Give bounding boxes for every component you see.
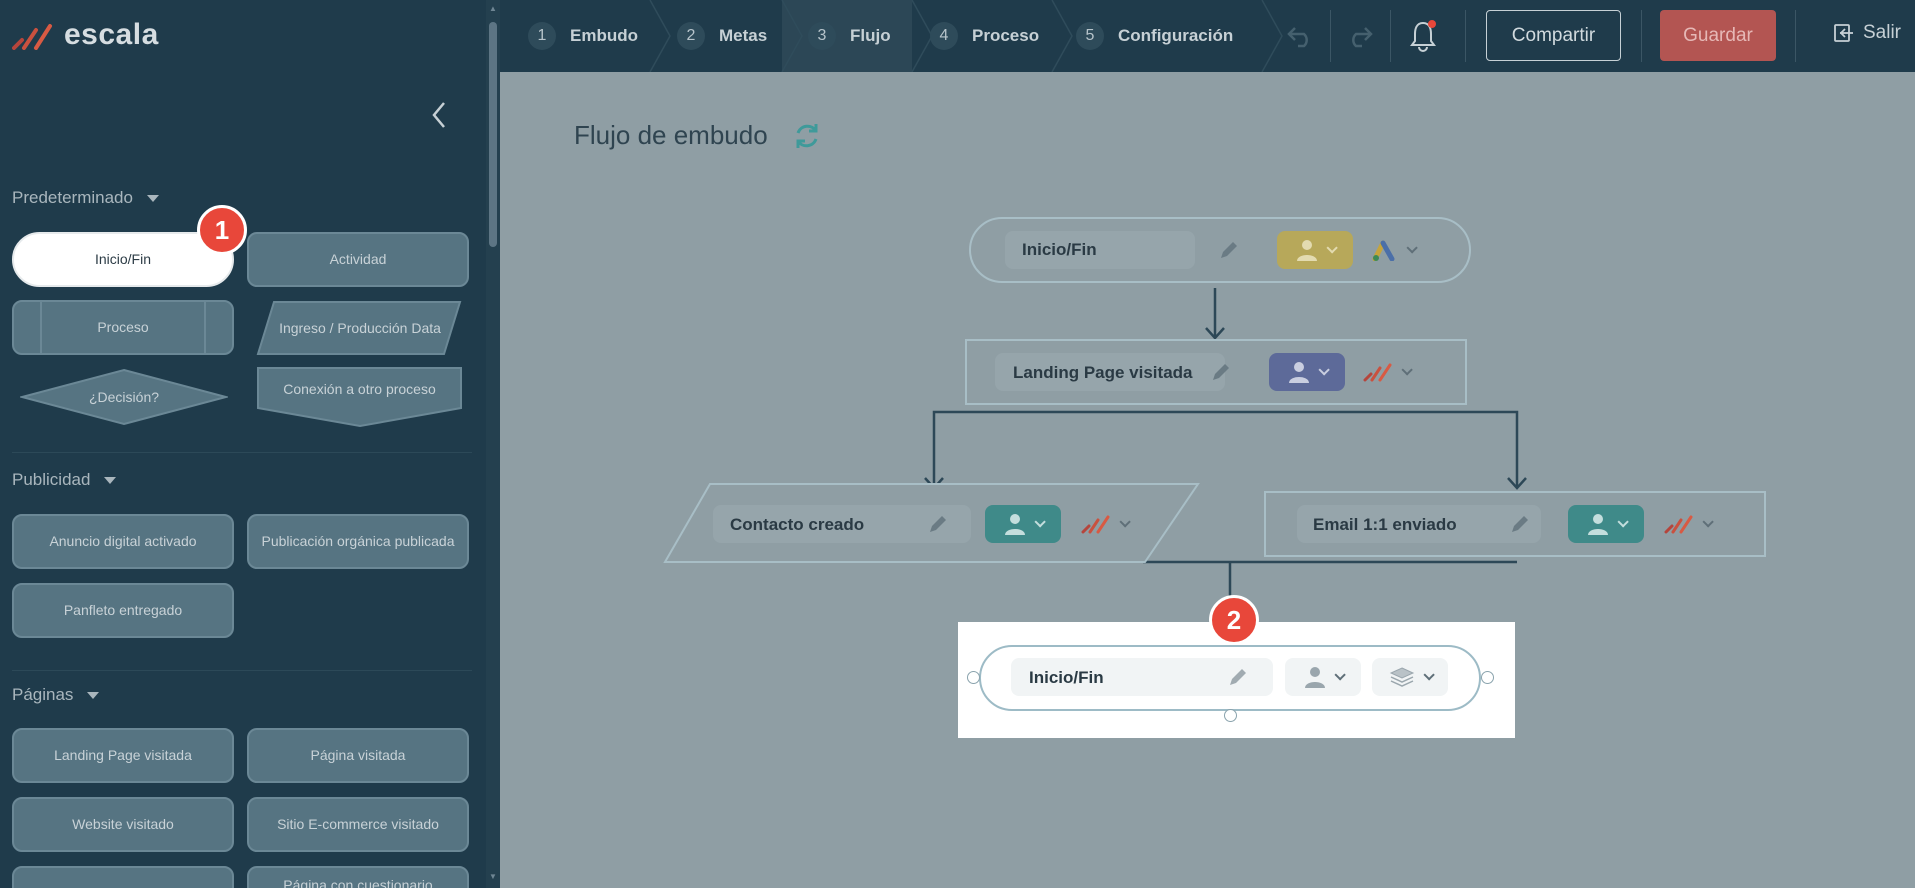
person-icon (1289, 362, 1309, 383)
layers-icon (1389, 667, 1415, 687)
person-chip[interactable] (985, 505, 1061, 543)
chevron-down-icon (1326, 242, 1338, 254)
person-icon (1305, 667, 1325, 688)
person-icon (1297, 240, 1317, 261)
connection-handle-right[interactable] (1481, 671, 1494, 684)
connection-handle-bottom[interactable] (1224, 709, 1237, 722)
pencil-icon[interactable] (1227, 666, 1249, 688)
step-badge-2: 2 (1209, 595, 1259, 645)
person-chip[interactable] (1269, 353, 1345, 391)
source-chip[interactable] (1372, 231, 1418, 269)
escala-logo-icon (1664, 515, 1693, 534)
chevron-down-icon (1617, 516, 1629, 528)
chevron-down-icon (1423, 669, 1435, 681)
flow-diagram (663, 217, 1766, 625)
person-chip[interactable] (1285, 658, 1361, 696)
connection-handle-left[interactable] (967, 671, 980, 684)
person-chip[interactable] (1277, 231, 1353, 269)
node-label: Contacto creado (730, 515, 865, 534)
node-label: Email 1:1 enviado (1313, 515, 1457, 534)
chevron-down-icon (1334, 669, 1346, 681)
source-chip[interactable] (1372, 658, 1448, 696)
new-node-label: Inicio/Fin (1029, 668, 1104, 687)
pencil-icon[interactable] (1218, 239, 1240, 261)
pencil-icon[interactable] (927, 513, 949, 535)
escala-logo-icon (1363, 363, 1392, 382)
escala-logo-icon (1081, 515, 1110, 534)
google-ads-icon (1372, 240, 1395, 261)
chevron-down-icon (1318, 364, 1330, 376)
pencil-icon[interactable] (1210, 361, 1232, 383)
chevron-down-icon (1034, 516, 1046, 528)
node-label: Inicio/Fin (1022, 240, 1097, 259)
source-chip[interactable] (1081, 505, 1131, 543)
source-chip[interactable] (1363, 353, 1413, 391)
source-chip[interactable] (1664, 505, 1714, 543)
pencil-icon[interactable] (1509, 513, 1531, 535)
connectors (924, 288, 1527, 625)
person-icon (1588, 514, 1608, 535)
person-icon (1005, 514, 1025, 535)
person-chip[interactable] (1568, 505, 1644, 543)
node-label: Landing Page visitada (1013, 363, 1193, 382)
